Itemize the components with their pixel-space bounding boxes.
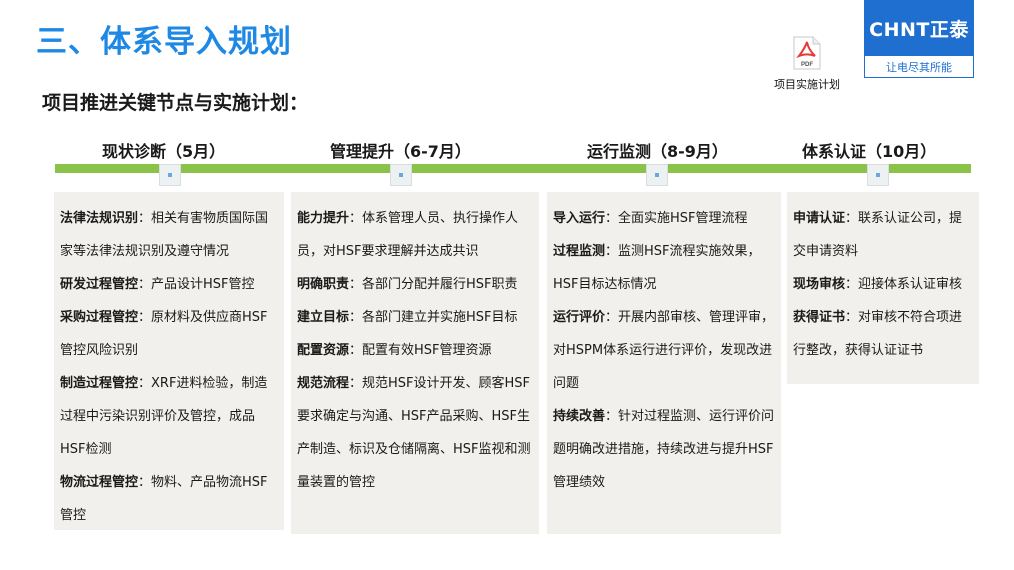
list-item: 明确职责：各部门分配并履行HSF职责 (297, 277, 518, 292)
phase-panel-1: 法律法规识别：相关有害物质国际国家等法律法规识别及遵守情况 研发过程管控：产品设… (54, 192, 284, 530)
list-item: 物流过程管控：物料、产品物流HSF管控 (60, 475, 268, 523)
brand-logo: CHNT正泰 让电尽其所能 (864, 0, 974, 78)
phase-label-4: 体系认证（10月） (802, 142, 937, 161)
list-item: 能力提升：体系管理人员、执行操作人员，对HSF要求理解并达成共识 (297, 211, 519, 259)
phase-panel-4: 申请认证：联系认证公司，提交申请资料 现场审核：迎接体系认证审核 获得证书：对审… (787, 192, 979, 384)
phase-label-1: 现状诊断（5月） (102, 142, 226, 161)
phase-panel-3: 导入运行：全面实施HSF管理流程 过程监测：监测HSF流程实施效果，HSF目标达… (547, 192, 781, 534)
phase-label-3: 运行监测（8-9月） (587, 142, 728, 161)
list-item: 研发过程管控：产品设计HSF管控 (60, 277, 255, 292)
logo-slogan: 让电尽其所能 (864, 56, 974, 78)
timeline-bar (55, 164, 971, 173)
list-item: 过程监测：监测HSF流程实施效果，HSF目标达标情况 (553, 244, 761, 292)
timeline-marker-4 (867, 164, 889, 186)
list-item: 配置资源：配置有效HSF管理资源 (297, 343, 492, 358)
phase-panel-2: 能力提升：体系管理人员、执行操作人员，对HSF要求理解并达成共识 明确职责：各部… (291, 192, 539, 534)
marker-dot (399, 173, 403, 177)
list-item: 现场审核：迎接体系认证审核 (793, 277, 963, 292)
list-item: 规范流程：规范HSF设计开发、顾客HSF要求确定与沟通、HSF产品采购、HSF生… (297, 376, 531, 490)
pdf-label[interactable]: 项目实施计划 (766, 76, 848, 92)
list-item: 制造过程管控：XRF进料检验，制造过程中污染识别评价及管控，成品HSF检测 (60, 376, 268, 457)
page-title: 三、体系导入规划 (36, 24, 292, 60)
list-item: 建立目标：各部门建立并实施HSF目标 (297, 310, 518, 325)
phase-label-2: 管理提升（6-7月） (330, 142, 471, 161)
marker-dot (876, 173, 880, 177)
pdf-text: PDF (801, 62, 813, 68)
timeline-marker-1 (159, 164, 181, 186)
list-item: 持续改善：针对过程监测、运行评价问题明确改进措施，持续改进与提升HSF管理绩效 (553, 409, 775, 490)
list-item: 申请认证：联系认证公司，提交申请资料 (793, 211, 963, 259)
marker-dot (168, 173, 172, 177)
timeline-marker-2 (390, 164, 412, 186)
list-item: 导入运行：全面实施HSF管理流程 (553, 211, 748, 226)
list-item: 获得证书：对审核不符合项进行整改，获得认证证书 (793, 310, 963, 358)
marker-dot (655, 173, 659, 177)
list-item: 法律法规识别：相关有害物质国际国家等法律法规识别及遵守情况 (60, 211, 269, 259)
logo-brand: CHNT正泰 (864, 0, 974, 56)
timeline-marker-3 (646, 164, 668, 186)
section-subtitle: 项目推进关键节点与实施计划： (42, 92, 309, 114)
list-item: 运行评价：开展内部审核、管理评审，对HSPM体系运行进行评价，发现改进问题 (553, 310, 775, 391)
pdf-icon[interactable]: PDF (792, 36, 822, 70)
list-item: 采购过程管控：原材料及供应商HSF管控风险识别 (60, 310, 268, 358)
